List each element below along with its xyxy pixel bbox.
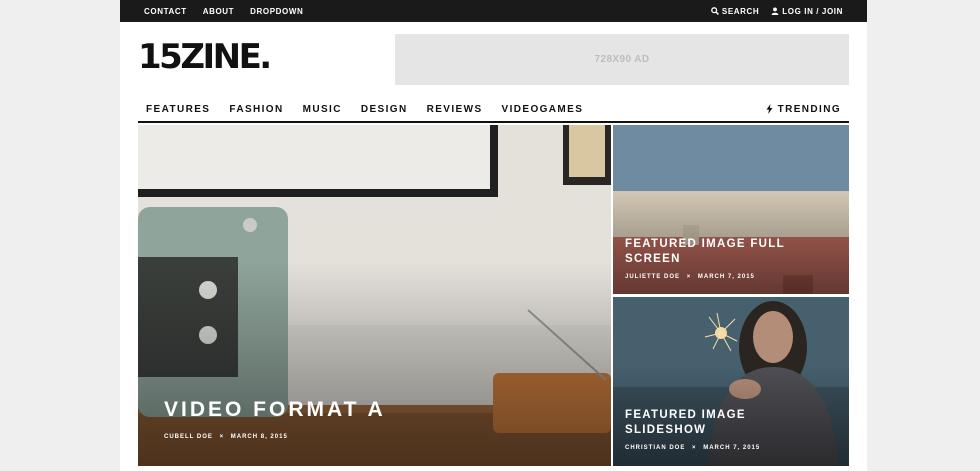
featured-post-slideshow[interactable]: FEATURED IMAGE SLIDESHOW CHRISTIAN DOE ×…	[613, 297, 849, 466]
nav-item-reviews[interactable]: REVIEWS	[427, 104, 483, 115]
featured-post-full-screen[interactable]: FEATURED IMAGE FULL SCREEN JULIETTE DOE …	[613, 125, 849, 294]
search-icon	[711, 7, 719, 15]
featured-post-video-format-a[interactable]: VIDEO FORMAT A CUBELL DOE × MARCH 8, 201…	[138, 125, 611, 466]
post-date: MARCH 8, 2015	[230, 434, 288, 440]
nav-item-music[interactable]: MUSIC	[303, 104, 342, 115]
post-title[interactable]: FEATURED IMAGE FULL SCREEN	[625, 237, 825, 267]
search-button[interactable]: SEARCH	[711, 7, 759, 16]
nav-item-features[interactable]: FEATURES	[146, 104, 210, 115]
ad-label: 728X90 AD	[594, 54, 650, 65]
site-logo[interactable]: 15ZINE.	[138, 38, 272, 76]
meta-separator: ×	[686, 274, 692, 280]
lightning-icon	[766, 104, 773, 114]
post-meta: CUBELL DOE × MARCH 8, 2015	[164, 434, 288, 440]
post-author[interactable]: CUBELL DOE	[164, 434, 213, 440]
post-author[interactable]: JULIETTE DOE	[625, 274, 680, 280]
trending-button[interactable]: TRENDING	[766, 97, 841, 121]
post-date: MARCH 7, 2015	[697, 274, 755, 280]
login-button[interactable]: LOG IN / JOIN	[771, 7, 843, 16]
top-link-contact[interactable]: CONTACT	[144, 7, 187, 16]
main-nav: FEATURES FASHION MUSIC DESIGN REVIEWS VI…	[138, 97, 849, 123]
post-author[interactable]: CHRISTIAN DOE	[625, 445, 685, 451]
nav-item-fashion[interactable]: FASHION	[229, 104, 283, 115]
top-link-about[interactable]: ABOUT	[203, 7, 234, 16]
post-title[interactable]: VIDEO FORMAT A	[164, 398, 386, 422]
meta-separator: ×	[219, 434, 225, 440]
nav-item-design[interactable]: DESIGN	[361, 104, 408, 115]
user-icon	[771, 7, 779, 15]
post-meta: CHRISTIAN DOE × MARCH 7, 2015	[625, 445, 760, 451]
meta-separator: ×	[692, 445, 697, 451]
post-date: MARCH 7, 2015	[703, 445, 761, 451]
top-nav: CONTACT ABOUT DROPDOWN	[144, 0, 319, 22]
search-label: SEARCH	[721, 6, 760, 16]
page: CONTACT ABOUT DROPDOWN SEARCH LOG IN / J…	[120, 0, 867, 471]
top-bar: CONTACT ABOUT DROPDOWN SEARCH LOG IN / J…	[120, 0, 867, 22]
ad-banner[interactable]: 728X90 AD	[395, 34, 849, 85]
top-link-dropdown[interactable]: DROPDOWN	[250, 7, 303, 16]
login-label: LOG IN / JOIN	[782, 6, 843, 16]
trending-label: TRENDING	[777, 103, 841, 115]
main-menu: FEATURES FASHION MUSIC DESIGN REVIEWS VI…	[146, 97, 602, 121]
post-meta: JULIETTE DOE × MARCH 7, 2015	[625, 274, 755, 280]
post-title[interactable]: FEATURED IMAGE SLIDESHOW	[625, 408, 825, 438]
nav-item-videogames[interactable]: VIDEOGAMES	[502, 104, 584, 115]
top-actions: SEARCH LOG IN / JOIN	[699, 0, 843, 22]
